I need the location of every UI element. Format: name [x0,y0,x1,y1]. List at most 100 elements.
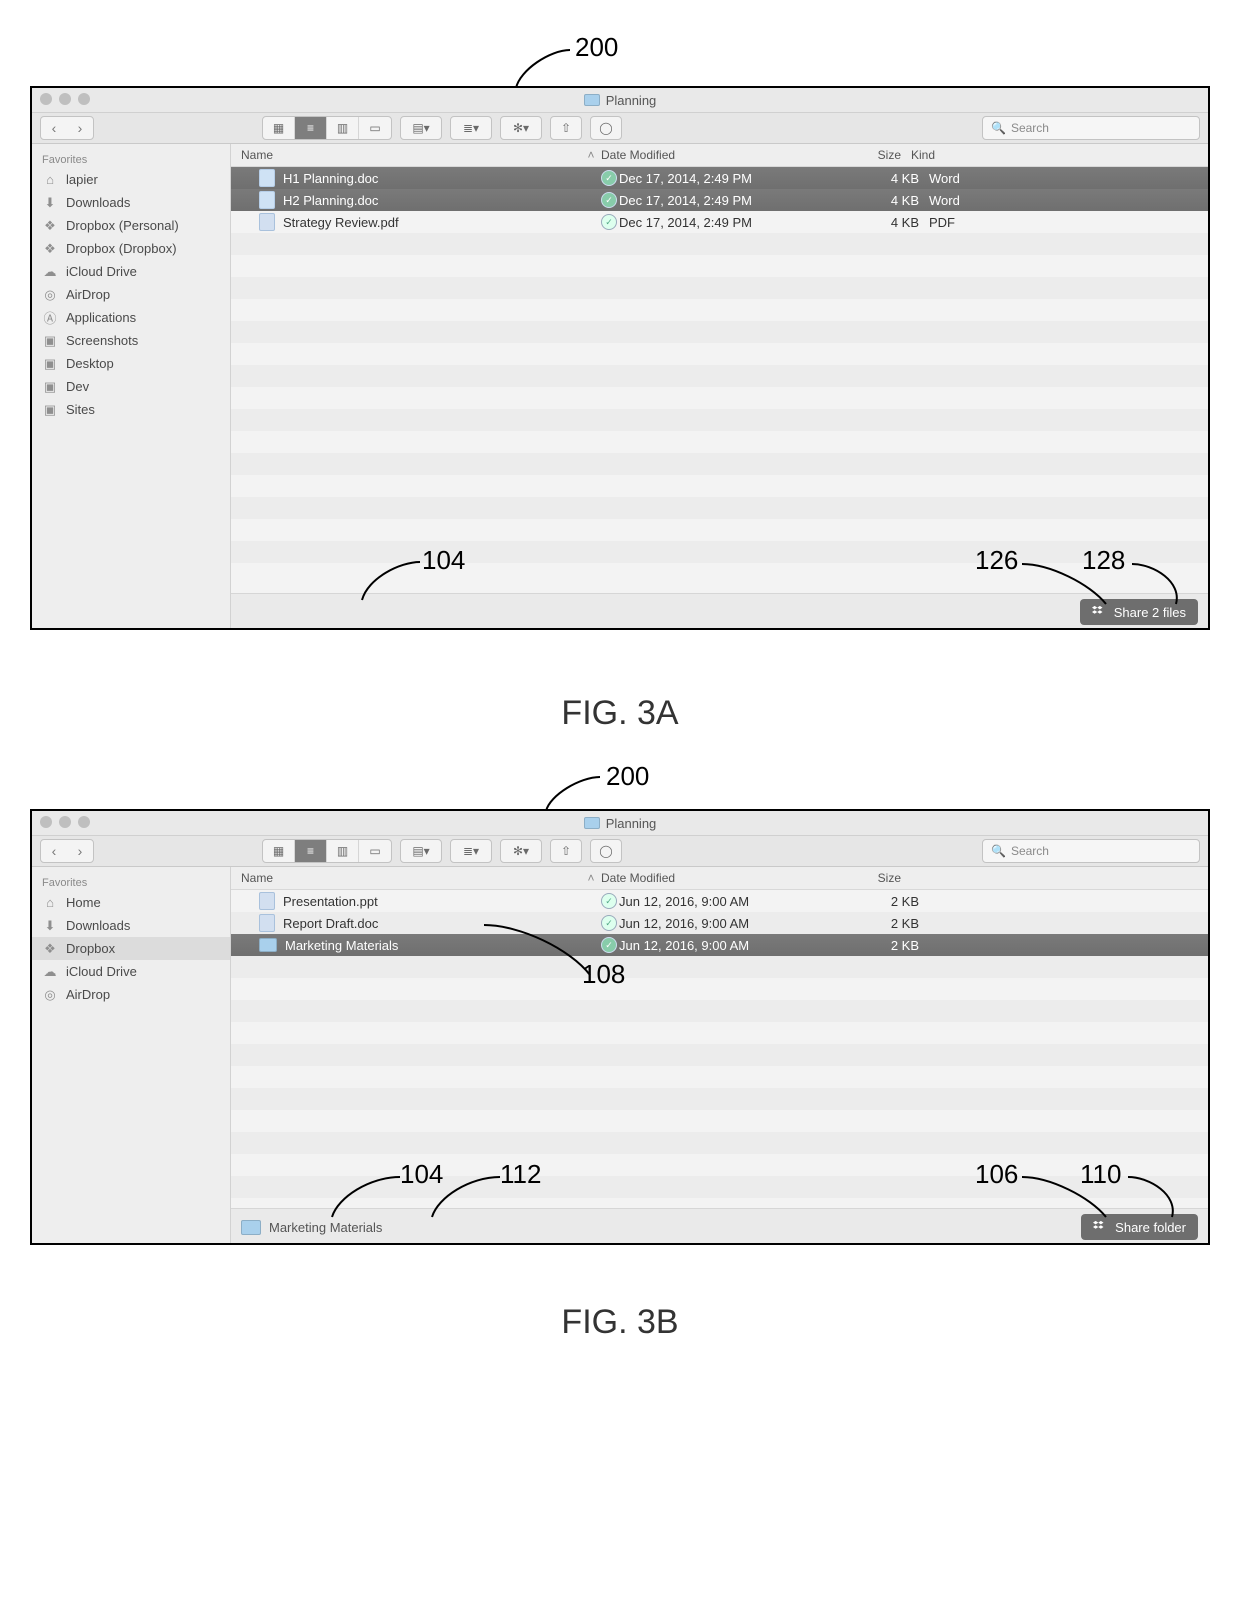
action-menu[interactable]: ✻▾ [500,116,542,140]
view-gallery[interactable]: ▭ [359,117,391,139]
toolbar: ‹ › ▦ ≡ ▥ ▭ ▤▾ ≣▾ ✻▾ ⇧ ◯ 🔍 Search [32,113,1208,144]
sidebar-header: Favorites [32,873,230,891]
view-mode-segment[interactable]: ▦ ≡ ▥ ▭ [262,116,392,140]
sidebar-item[interactable]: ❖Dropbox (Personal) [32,214,230,237]
sidebar-item[interactable]: ❖Dropbox [32,937,230,960]
col-date[interactable]: Date Modified [601,871,831,885]
action-menu[interactable]: ✻▾ [500,839,542,863]
window-controls[interactable] [40,816,90,828]
sidebar-item-label: Sites [66,402,95,417]
col-date[interactable]: Date Modified [601,148,831,162]
group-menu[interactable]: ≣▾ [450,839,492,863]
file-date: Jun 12, 2016, 9:00 AM [619,894,849,909]
group-menu[interactable]: ≣▾ [450,116,492,140]
table-row-empty [231,956,1208,978]
tags-button[interactable]: ◯ [590,839,622,863]
tags-button[interactable]: ◯ [590,116,622,140]
titlebar: Planning [32,88,1208,113]
view-columns[interactable]: ▥ [327,840,359,862]
table-row-empty [231,321,1208,343]
share-toolbar-button[interactable]: ⇧ [550,116,582,140]
dropbox-icon: ❖ [42,942,58,956]
folder-icon [584,817,600,829]
sidebar-item[interactable]: ⬇Downloads [32,191,230,214]
table-row-empty [231,1000,1208,1022]
sidebar-item[interactable]: ⬇ Downloads [32,914,230,937]
view-icon-grid[interactable]: ▦ [263,840,295,862]
share-toolbar-button[interactable]: ⇧ [550,839,582,863]
sort-indicator[interactable]: ˄ [581,871,601,885]
share-button[interactable]: Share folder [1081,1214,1198,1240]
window-controls[interactable] [40,93,90,105]
table-row-empty [231,563,1208,585]
table-row[interactable]: Presentation.ppt✓Jun 12, 2016, 9:00 AM2 … [231,890,1208,912]
column-headers[interactable]: Name ˄ Date Modified Size [231,867,1208,890]
table-row[interactable]: H1 Planning.doc✓Dec 17, 2014, 2:49 PM4 K… [231,167,1208,189]
col-size[interactable]: Size [831,148,911,162]
nav-back-forward[interactable]: ‹ › [40,116,94,140]
sidebar-item[interactable]: ☁iCloud Drive [32,960,230,983]
view-list[interactable]: ≡ [295,117,327,139]
file-icon [259,892,275,910]
file-date: Dec 17, 2014, 2:49 PM [619,171,849,186]
column-headers[interactable]: Name ˄ Date Modified Size Kind [231,144,1208,167]
table-row[interactable]: Report Draft.doc✓Jun 12, 2016, 9:00 AM2 … [231,912,1208,934]
sidebar-item-label: AirDrop [66,287,110,302]
sidebar-item-label: Downloads [66,918,130,933]
share-button[interactable]: Share 2 files [1080,599,1198,625]
share-button-label: Share folder [1115,1220,1186,1235]
figure-b-caption: FIG. 3B [30,1303,1210,1342]
downloads-icon: ⬇ [42,919,58,933]
file-name: Presentation.ppt [283,894,378,909]
view-columns[interactable]: ▥ [327,117,359,139]
nav-forward[interactable]: › [67,840,93,862]
table-row[interactable]: Strategy Review.pdf✓Dec 17, 2014, 2:49 P… [231,211,1208,233]
sidebar-item[interactable]: ⒶApplications [32,306,230,329]
sidebar-item-label: Downloads [66,195,130,210]
home-icon: ⌂ [42,896,58,910]
sidebar-item[interactable]: ❖Dropbox (Dropbox) [32,237,230,260]
view-icon-grid[interactable]: ▦ [263,117,295,139]
sidebar-item-label: Dropbox (Personal) [66,218,179,233]
nav-back[interactable]: ‹ [41,840,67,862]
file-rows: H1 Planning.doc✓Dec 17, 2014, 2:49 PM4 K… [231,167,1208,593]
sidebar-item[interactable]: ◎AirDrop [32,983,230,1006]
view-list[interactable]: ≡ [295,840,327,862]
table-row-empty [231,978,1208,1000]
search-field[interactable]: 🔍 Search [982,839,1200,863]
sort-indicator[interactable]: ˄ [581,148,601,162]
callout-200b: 200 [606,761,649,792]
nav-forward[interactable]: › [67,117,93,139]
arrange-menu[interactable]: ▤▾ [400,116,442,140]
nav-back[interactable]: ‹ [41,117,67,139]
sidebar-item[interactable]: ▣Desktop [32,352,230,375]
table-row-empty [231,541,1208,563]
sidebar-item[interactable]: ☁iCloud Drive [32,260,230,283]
col-size[interactable]: Size [831,871,911,885]
status-path[interactable]: Marketing Materials [241,1220,382,1235]
sidebar-item-label: iCloud Drive [66,964,137,979]
col-name[interactable]: Name [241,871,273,885]
finder-window-a: Planning ‹ › ▦ ≡ ▥ ▭ ▤▾ ≣▾ ✻▾ ⇧ ◯ 🔍 Sear… [30,86,1210,630]
arrange-menu[interactable]: ▤▾ [400,839,442,863]
sidebar-item[interactable]: ▣Screenshots [32,329,230,352]
file-icon [259,169,275,187]
sidebar-header: Favorites [32,150,230,168]
sidebar-item[interactable]: ▣Dev [32,375,230,398]
col-kind[interactable]: Kind [911,148,991,162]
search-field[interactable]: 🔍 Search [982,116,1200,140]
search-icon: 🔍 [991,121,1006,135]
view-gallery[interactable]: ▭ [359,840,391,862]
sidebar-item[interactable]: ⌂Home [32,891,230,914]
search-placeholder: Search [1011,121,1049,135]
sync-status-icon: ✓ [601,214,617,230]
sidebar-item[interactable]: ▣Sites [32,398,230,421]
view-mode-segment[interactable]: ▦ ≡ ▥ ▭ [262,839,392,863]
nav-back-forward[interactable]: ‹ › [40,839,94,863]
sidebar-item[interactable]: ◎AirDrop [32,283,230,306]
callout-200: 200 [575,32,618,63]
table-row[interactable]: H2 Planning.doc✓Dec 17, 2014, 2:49 PM4 K… [231,189,1208,211]
table-row[interactable]: Marketing Materials✓Jun 12, 2016, 9:00 A… [231,934,1208,956]
col-name[interactable]: Name [241,148,273,162]
sidebar-item[interactable]: ⌂lapier [32,168,230,191]
